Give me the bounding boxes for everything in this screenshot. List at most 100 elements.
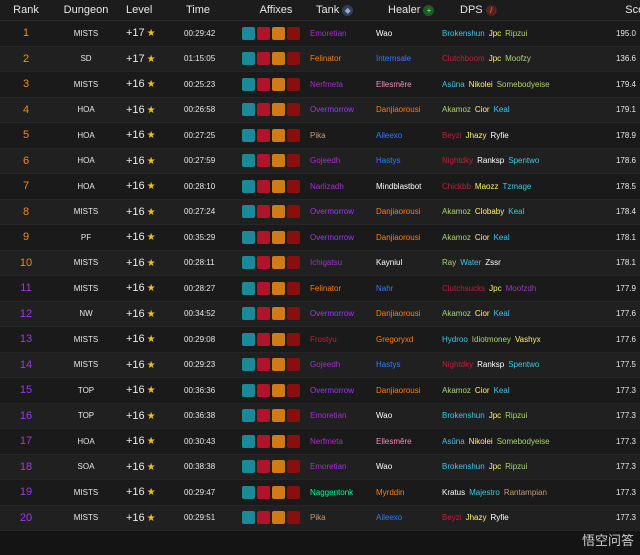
- tank-name[interactable]: Naggentonk: [310, 488, 376, 497]
- dps-name[interactable]: Nikolei: [469, 437, 493, 446]
- bursting-icon[interactable]: [257, 154, 270, 168]
- dps-name[interactable]: Somebodyeise: [497, 80, 550, 89]
- bursting-icon[interactable]: [257, 103, 270, 117]
- tank-name[interactable]: Emoretian: [310, 462, 376, 471]
- reaping-icon[interactable]: [287, 52, 300, 66]
- volcanic-icon[interactable]: [272, 460, 285, 474]
- dps-name[interactable]: Akamoz: [442, 207, 471, 216]
- tyrannical-icon[interactable]: [242, 281, 255, 295]
- header-time[interactable]: Time: [180, 4, 242, 16]
- tank-name[interactable]: Nerfmeta: [310, 437, 376, 446]
- reaping-icon[interactable]: [287, 256, 300, 270]
- healer-name[interactable]: Mindblastbot: [376, 182, 442, 191]
- dps-name[interactable]: Hydroo: [442, 335, 468, 344]
- bursting-icon[interactable]: [257, 281, 270, 295]
- dungeon-cell[interactable]: MISTS: [52, 513, 120, 522]
- tyrannical-icon[interactable]: [242, 26, 255, 40]
- bursting-icon[interactable]: [257, 383, 270, 397]
- table-row[interactable]: 3 MISTS +16 ★ 00:25:23 Nerfmeta Ellesmêre Asûna…: [0, 72, 640, 98]
- dps-name[interactable]: Ripzui: [505, 29, 527, 38]
- dps-name[interactable]: Akamoz: [442, 386, 471, 395]
- dps-name[interactable]: Chickbb: [442, 182, 471, 191]
- table-row[interactable]: 2 SD +17 ★ 01:15:05 Felinator Internsale Clutch…: [0, 46, 640, 72]
- tank-name[interactable]: Pika: [310, 131, 376, 140]
- bursting-icon[interactable]: [257, 230, 270, 244]
- tyrannical-icon[interactable]: [242, 256, 255, 270]
- dps-name[interactable]: Tzmage: [502, 182, 531, 191]
- bursting-icon[interactable]: [257, 26, 270, 40]
- bursting-icon[interactable]: [257, 307, 270, 321]
- dungeon-cell[interactable]: HOA: [52, 105, 120, 114]
- tank-name[interactable]: Overmorrow: [310, 207, 376, 216]
- dps-name[interactable]: Clutchsucks: [442, 284, 485, 293]
- dungeon-cell[interactable]: HOA: [52, 182, 120, 191]
- dps-name[interactable]: Zssr: [485, 258, 501, 267]
- tyrannical-icon[interactable]: [242, 460, 255, 474]
- tyrannical-icon[interactable]: [242, 511, 255, 525]
- dps-name[interactable]: Water: [460, 258, 481, 267]
- tyrannical-icon[interactable]: [242, 307, 255, 321]
- dungeon-cell[interactable]: SD: [52, 54, 120, 63]
- dps-name[interactable]: Cior: [475, 386, 490, 395]
- reaping-icon[interactable]: [287, 332, 300, 346]
- header-rank[interactable]: Rank: [0, 4, 52, 16]
- bursting-icon[interactable]: [257, 77, 270, 91]
- dps-name[interactable]: Ripzui: [505, 462, 527, 471]
- dungeon-cell[interactable]: MISTS: [52, 258, 120, 267]
- reaping-icon[interactable]: [287, 409, 300, 423]
- healer-name[interactable]: Nahr: [376, 284, 442, 293]
- reaping-icon[interactable]: [287, 358, 300, 372]
- dps-name[interactable]: Ray: [442, 258, 456, 267]
- dps-name[interactable]: Kratus: [442, 488, 465, 497]
- healer-name[interactable]: Ellesmêre: [376, 80, 442, 89]
- dungeon-cell[interactable]: PF: [52, 233, 120, 242]
- tyrannical-icon[interactable]: [242, 103, 255, 117]
- dps-name[interactable]: Keal: [494, 233, 510, 242]
- volcanic-icon[interactable]: [272, 205, 285, 219]
- table-row[interactable]: 13 MISTS +16 ★ 00:29:08 Frostyu Gregoryxd Hydro…: [0, 327, 640, 353]
- dps-name[interactable]: Somebodyeise: [497, 437, 550, 446]
- healer-name[interactable]: Danjiaorousi: [376, 207, 442, 216]
- healer-name[interactable]: Danjiaorousi: [376, 105, 442, 114]
- dps-name[interactable]: Asûna: [442, 80, 465, 89]
- dungeon-cell[interactable]: MISTS: [52, 80, 120, 89]
- table-row[interactable]: 1 MISTS +17 ★ 00:29:42 Emoretian Wao Brokenshun…: [0, 21, 640, 47]
- dungeon-cell[interactable]: TOP: [52, 386, 120, 395]
- dps-name[interactable]: Ryfie: [490, 513, 508, 522]
- healer-name[interactable]: Danjiaorousi: [376, 309, 442, 318]
- healer-name[interactable]: Aileexo: [376, 131, 442, 140]
- tank-name[interactable]: Nerfmeta: [310, 80, 376, 89]
- healer-name[interactable]: Internsale: [376, 54, 442, 63]
- reaping-icon[interactable]: [287, 179, 300, 193]
- tank-name[interactable]: Emoretian: [310, 411, 376, 420]
- dungeon-cell[interactable]: MISTS: [52, 360, 120, 369]
- volcanic-icon[interactable]: [272, 307, 285, 321]
- tyrannical-icon[interactable]: [242, 179, 255, 193]
- tyrannical-icon[interactable]: [242, 358, 255, 372]
- healer-name[interactable]: Wao: [376, 29, 442, 38]
- dps-name[interactable]: Jhazy: [466, 513, 487, 522]
- dungeon-cell[interactable]: MISTS: [52, 207, 120, 216]
- dps-name[interactable]: Nightdky: [442, 156, 473, 165]
- tank-name[interactable]: Overmorrow: [310, 233, 376, 242]
- bursting-icon[interactable]: [257, 256, 270, 270]
- volcanic-icon[interactable]: [272, 230, 285, 244]
- tank-name[interactable]: Felinator: [310, 284, 376, 293]
- table-row[interactable]: 15 TOP +16 ★ 00:36:36 Overmorrow Danjiaorousi A…: [0, 378, 640, 404]
- table-row[interactable]: 11 MISTS +16 ★ 00:28:27 Felinator Nahr Clutchsu…: [0, 276, 640, 302]
- volcanic-icon[interactable]: [272, 103, 285, 117]
- reaping-icon[interactable]: [287, 281, 300, 295]
- tank-name[interactable]: Overmorrow: [310, 309, 376, 318]
- volcanic-icon[interactable]: [272, 358, 285, 372]
- dps-name[interactable]: Keal: [494, 105, 510, 114]
- tyrannical-icon[interactable]: [242, 128, 255, 142]
- dungeon-cell[interactable]: NW: [52, 309, 120, 318]
- volcanic-icon[interactable]: [272, 52, 285, 66]
- tyrannical-icon[interactable]: [242, 154, 255, 168]
- healer-name[interactable]: Danjiaorousi: [376, 386, 442, 395]
- dps-name[interactable]: Brokenshun: [442, 29, 485, 38]
- dps-name[interactable]: Keal: [508, 207, 524, 216]
- dps-name[interactable]: Jpc: [489, 284, 501, 293]
- dps-name[interactable]: Clobaby: [475, 207, 504, 216]
- volcanic-icon[interactable]: [272, 434, 285, 448]
